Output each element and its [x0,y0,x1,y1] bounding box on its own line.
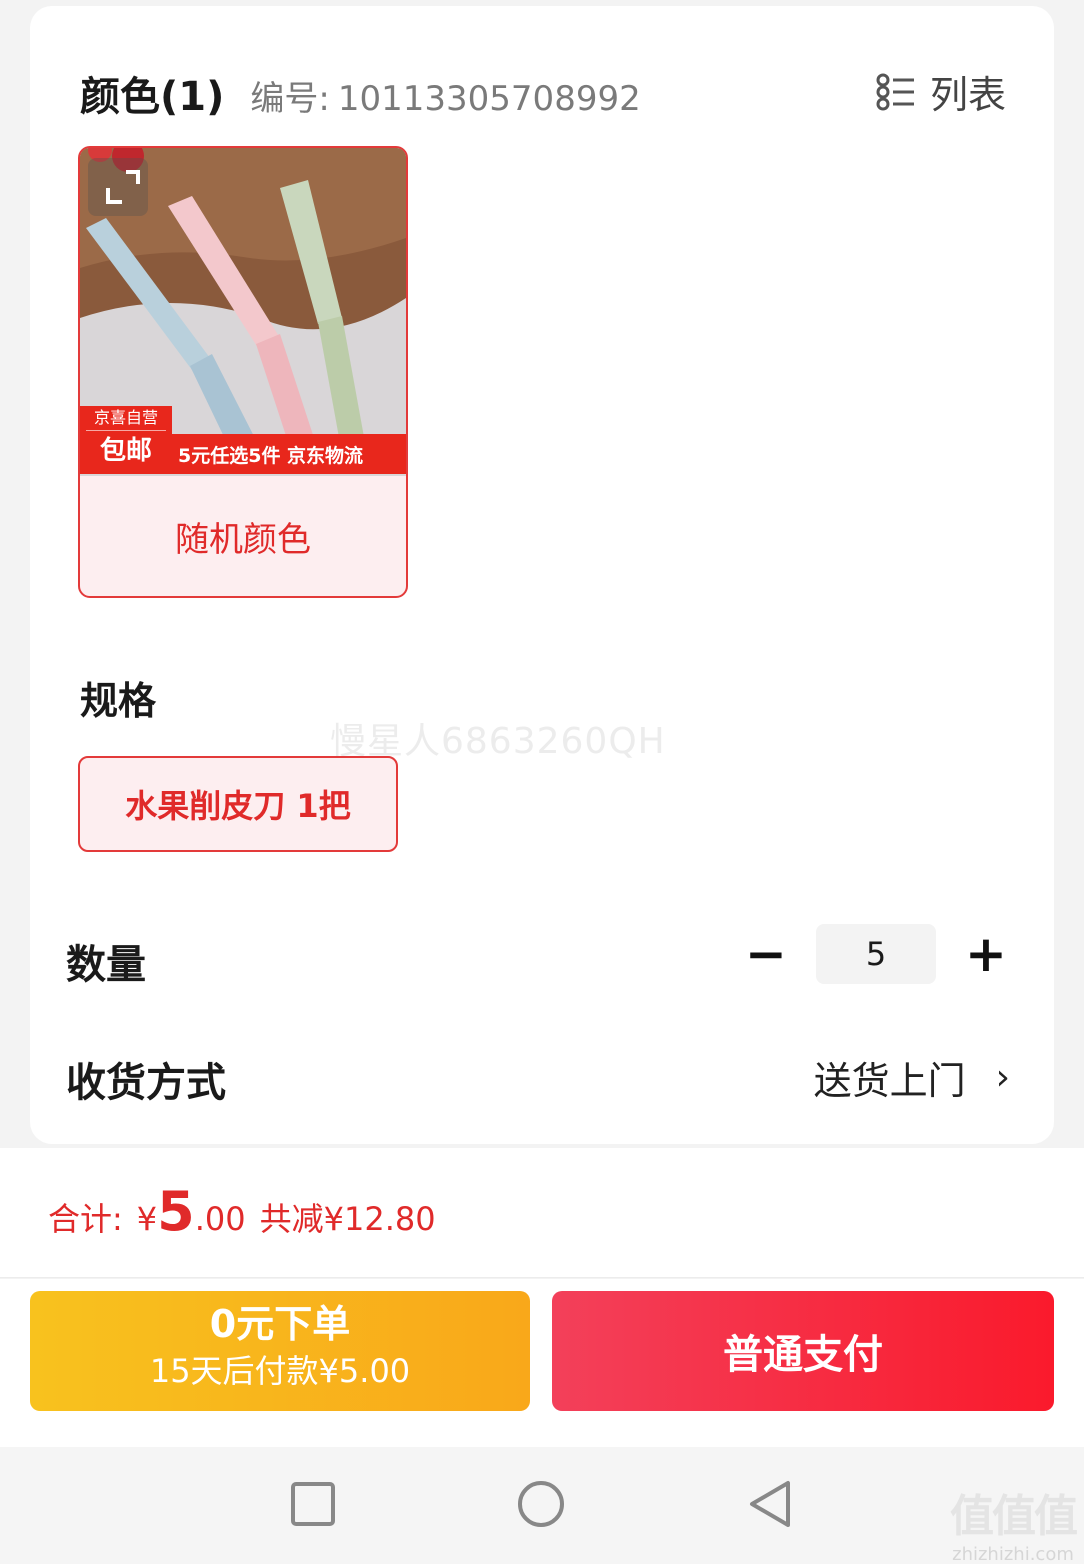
list-view-label: 列表 [929,73,1006,117]
total-amount-dec: .00 [194,1200,246,1238]
color-section-title: 颜色(1) [80,74,225,120]
sku-value: 10113305708992 [337,79,641,119]
quantity-input[interactable]: 5 [816,924,936,984]
zero-yuan-order-button[interactable]: 0元下单 15天后付款¥5.00 [30,1291,530,1411]
shipping-method-selector[interactable]: 送货上门 › [814,1050,1010,1105]
nav-square-icon[interactable] [288,1479,338,1529]
color-option-label: 随机颜色 [175,519,311,560]
total-bar: 合计: ¥ 5 .00 共减¥12.80 [0,1148,1084,1278]
zero-order-subtitle: 15天后付款¥5.00 [149,1352,411,1390]
nav-circle-icon[interactable] [516,1479,566,1529]
list-view-toggle[interactable]: 列表 [876,64,1006,119]
total-currency: ¥ [136,1200,158,1238]
system-nav-bar [0,1447,1084,1564]
promo-strip: 5元任选5件 京东物流 [172,434,406,474]
expand-icon[interactable] [88,158,148,216]
site-watermark-logo: 值值值 [950,1491,1078,1542]
sku-number: 编号: 10113305708992 [250,71,640,120]
spec-section-title: 规格 [80,679,157,723]
self-operated-badge: 京喜自营 包邮 [80,406,172,474]
nav-back-icon[interactable] [746,1479,796,1529]
list-view-icon [876,73,914,110]
sku-label: 编号: [250,79,330,119]
sku-selection-card: 颜色(1) 编号: 10113305708992 列表 京喜自营 包邮 5元任选… [30,6,1054,1144]
site-watermark-url: zhizhizhi.com [952,1544,1074,1564]
plus-icon[interactable]: + [956,924,1016,984]
badge-bottom-text: 包邮 [99,436,152,466]
color-option-tile[interactable]: 京喜自营 包邮 5元任选5件 京东物流 随机颜色 [78,146,408,598]
color-header: 颜色(1) 编号: 10113305708992 [80,64,641,120]
minus-icon[interactable]: − [736,924,796,984]
zero-order-title: 0元下单 [209,1302,351,1346]
total-price: 合计: ¥ 5 .00 共减¥12.80 [48,1180,436,1243]
spec-option[interactable]: 水果削皮刀 1把 [78,756,398,852]
site-watermark: 值值值 zhizhizhi.com [950,1480,1078,1564]
total-amount-int: 5 [157,1180,195,1243]
chevron-right-icon: › [995,1057,1010,1098]
shipping-method-label: 收货方式 [66,1060,226,1106]
shipping-method-value: 送货上门 [813,1059,966,1103]
total-savings: 共减¥12.80 [259,1200,436,1238]
action-bar: 0元下单 15天后付款¥5.00 普通支付 [0,1279,1084,1447]
quantity-stepper: − 5 + [736,924,1016,984]
total-label: 合计: [48,1200,123,1238]
normal-pay-button[interactable]: 普通支付 [552,1291,1054,1411]
badge-top-text: 京喜自营 [86,406,166,431]
quantity-label: 数量 [66,942,146,988]
